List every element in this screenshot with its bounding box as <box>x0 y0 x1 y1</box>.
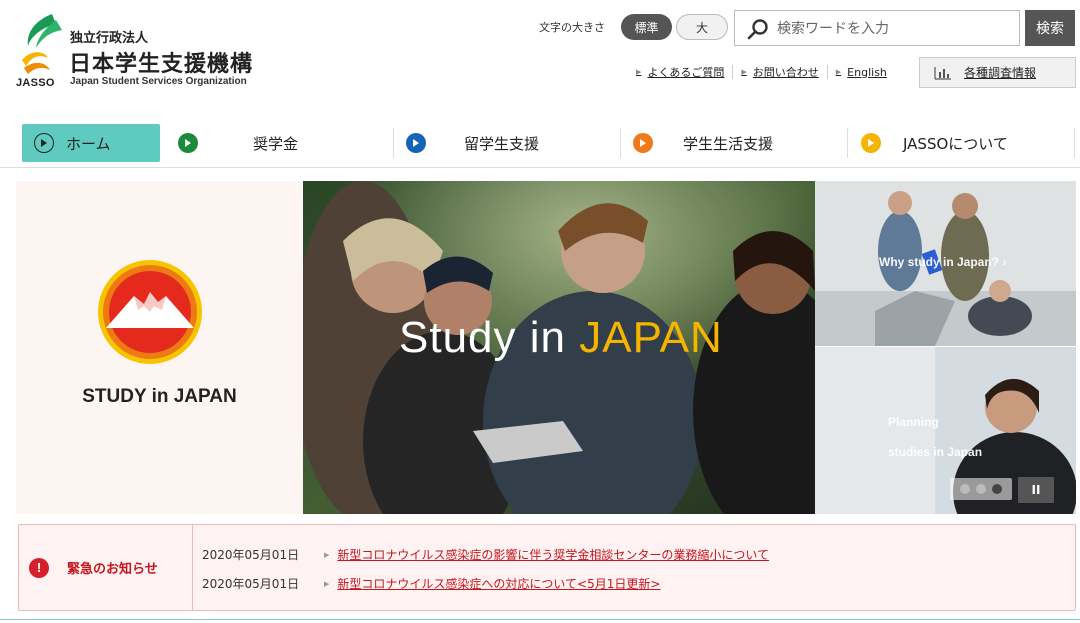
nav-item-home[interactable]: ホーム <box>22 124 160 162</box>
nav-item-label: 学生生活支援 <box>683 134 774 153</box>
list-item: 2020年05月01日 ▶ 新型コロナウイルス感染症の影響に伴う奨学金相談センタ… <box>202 546 769 563</box>
emergency-notice-title: 緊急のお知らせ <box>67 562 158 577</box>
triangle-right-icon: ▶ <box>835 68 842 76</box>
notice-date: 2020年05月01日 <box>202 548 300 562</box>
utility-links: ▶ よくあるご質問 ▶ お問い合わせ ▶ English <box>636 64 887 80</box>
mount-fuji-sun-icon <box>98 260 202 364</box>
play-circle-icon <box>861 133 881 153</box>
notice-link[interactable]: 新型コロナウイルス感染症への対応について<5月1日更新> <box>337 575 660 592</box>
org-name-en: Japan Student Services Organization <box>70 76 247 87</box>
search-button[interactable]: 検索 <box>1025 10 1075 46</box>
hero-main-slide[interactable]: Study in JAPAN <box>303 181 815 514</box>
divider <box>393 128 394 158</box>
org-type-label: 独立行政法人 <box>70 31 149 46</box>
hero-title: Study in JAPAN <box>399 313 723 362</box>
play-circle-icon <box>34 133 54 153</box>
search-box <box>734 10 1020 46</box>
why-study-in-japan-panel[interactable]: Why study in Japan? › <box>815 181 1076 346</box>
emergency-notice: ! 緊急のお知らせ 2020年05月01日 ▶ 新型コロナウイルス感染症の影響に… <box>18 524 1076 611</box>
survey-info-button[interactable]: 各種調査情報 <box>919 57 1076 88</box>
org-name: 日本学生支援機構 <box>69 52 254 77</box>
carousel-dot[interactable] <box>976 484 986 494</box>
carousel-indicators <box>950 478 1012 500</box>
hero-carousel: STUDY in JAPAN Study in JAPAN Why study … <box>16 181 1076 514</box>
font-size-large-button[interactable]: 大 <box>676 14 728 40</box>
nav-item-label: 奨学金 <box>253 134 299 153</box>
study-in-japan-banner[interactable]: STUDY in JAPAN <box>16 181 303 514</box>
nav-item-international-students[interactable]: 留学生支援 <box>406 124 616 162</box>
triangle-right-icon: ▶ <box>741 68 747 76</box>
notice-date: 2020年05月01日 <box>202 577 300 591</box>
divider <box>0 619 1080 623</box>
divider <box>620 128 621 158</box>
search-input[interactable] <box>777 17 1013 41</box>
list-item: 2020年05月01日 ▶ 新型コロナウイルス感染症への対応について<5月1日更… <box>202 575 660 592</box>
notice-link[interactable]: 新型コロナウイルス感染症の影響に伴う奨学金相談センターの業務縮小について <box>337 546 769 563</box>
nav-item-label: 留学生支援 <box>464 134 540 153</box>
study-in-japan-caption: STUDY in JAPAN <box>82 386 237 407</box>
bar-chart-icon <box>934 66 951 80</box>
jasso-logo[interactable]: JASSO 独立行政法人 日本学生支援機構 Japan Student Serv… <box>16 14 286 90</box>
jasso-logo-mark-icon <box>22 14 62 74</box>
planning-text-line-2: studies in Japan <box>888 445 983 459</box>
triangle-right-icon: ▶ <box>636 68 642 76</box>
contact-link[interactable]: ▶ お問い合わせ <box>741 64 818 80</box>
triangle-right-icon: ▶ <box>324 550 330 559</box>
nav-item-label: JASSOについて <box>903 134 1008 153</box>
play-circle-icon <box>633 133 653 153</box>
carousel-pause-button[interactable]: II <box>1018 477 1054 503</box>
carousel-dot[interactable] <box>960 484 970 494</box>
divider <box>1074 128 1075 158</box>
play-circle-icon <box>178 133 198 153</box>
nav-item-about-jasso[interactable]: JASSOについて <box>861 124 1071 162</box>
exclamation-icon: ! <box>29 557 49 578</box>
planning-text-line-1: Planning <box>888 415 939 429</box>
font-size-standard-button[interactable]: 標準 <box>621 14 672 40</box>
english-link[interactable]: ▶ English <box>836 66 887 79</box>
faq-link[interactable]: ▶ よくあるご質問 <box>636 64 724 80</box>
nav-item-student-life[interactable]: 学生生活支援 <box>633 124 843 162</box>
why-study-in-japan-text: Why study in Japan? › <box>879 255 1007 269</box>
survey-info-label: 各種調査情報 <box>964 66 1037 80</box>
divider <box>732 65 734 79</box>
search-icon <box>747 19 768 40</box>
emergency-notice-header: ! 緊急のお知らせ <box>19 525 193 610</box>
divider <box>826 65 828 79</box>
triangle-right-icon: ▶ <box>324 579 330 588</box>
font-size-label: 文字の大きさ <box>539 21 605 34</box>
nav-item-scholarship[interactable]: 奨学金 <box>178 124 388 162</box>
hero-side-panels: Why study in Japan? › Planning studies i… <box>815 181 1076 514</box>
play-circle-icon <box>406 133 426 153</box>
jasso-wordmark: JASSO <box>16 77 55 89</box>
nav-item-label: ホーム <box>66 134 111 153</box>
divider <box>847 128 848 158</box>
site-header: JASSO 独立行政法人 日本学生支援機構 Japan Student Serv… <box>0 0 1080 110</box>
carousel-dot-active[interactable] <box>992 484 1002 494</box>
global-nav: ホーム 奨学金 留学生支援 学生生活支援 JASSOについて <box>0 116 1080 168</box>
